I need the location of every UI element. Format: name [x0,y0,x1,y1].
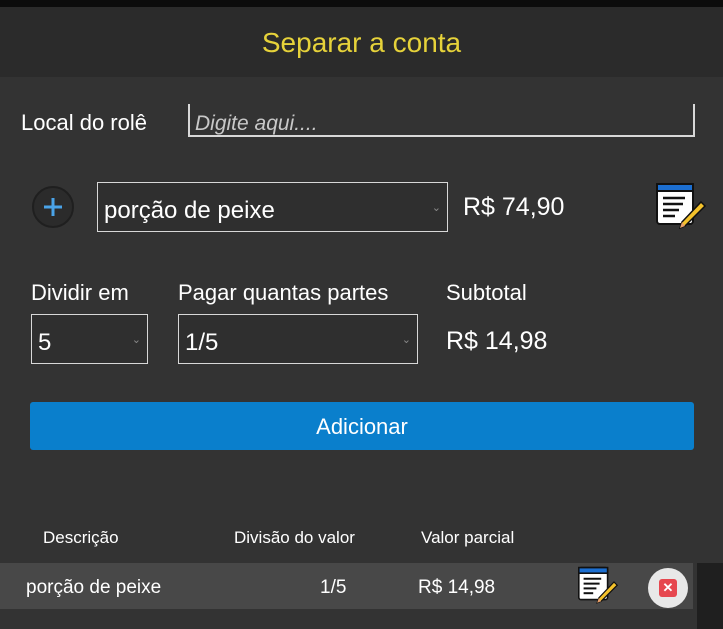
partes-label: Pagar quantas partes [178,280,389,305]
subtotal-label: Subtotal [446,280,527,305]
delete-row-button[interactable]: ✕ [648,568,688,608]
header: Separar a conta [0,7,723,77]
chevron-down-icon: ⌄ [131,334,141,346]
dividir-select-value: 5 [38,329,52,356]
item-select-value: porção de peixe [104,197,275,224]
row-divisao: 1/5 [320,577,347,598]
scrollbar[interactable] [697,563,723,629]
local-label: Local do rolê [21,110,147,135]
item-price: R$ 74,90 [463,193,565,221]
edit-document-icon[interactable] [577,566,619,606]
column-header-valor: Valor parcial [421,528,515,547]
dividir-select[interactable]: 5 ⌄ [31,314,148,364]
dividir-label: Dividir em [31,280,129,305]
close-icon: ✕ [659,579,677,597]
page-title: Separar a conta [261,27,462,58]
adicionar-button-label: Adicionar [316,414,408,439]
item-select[interactable]: porção de peixe ⌄ [97,182,448,232]
add-item-button[interactable] [32,186,74,228]
column-header-descricao: Descrição [43,528,119,547]
chevron-down-icon: ⌄ [401,334,411,346]
row-descricao: porção de peixe [26,577,162,598]
local-input-placeholder: Digite aqui.... [195,112,318,135]
plus-icon [44,198,62,216]
app-window: Separar a conta Local do rolê Digite aqu… [0,0,723,629]
partes-select[interactable]: 1/5 ⌄ [178,314,418,364]
local-input[interactable]: Digite aqui.... [188,104,695,137]
chevron-down-icon: ⌄ [431,202,441,214]
column-header-divisao: Divisão do valor [234,528,355,547]
adicionar-button[interactable]: Adicionar [30,402,694,450]
partes-select-value: 1/5 [185,329,219,356]
subtotal-value: R$ 14,98 [446,327,548,355]
edit-document-icon[interactable] [655,182,707,232]
top-strip [0,0,723,7]
row-valor: R$ 14,98 [418,577,496,598]
